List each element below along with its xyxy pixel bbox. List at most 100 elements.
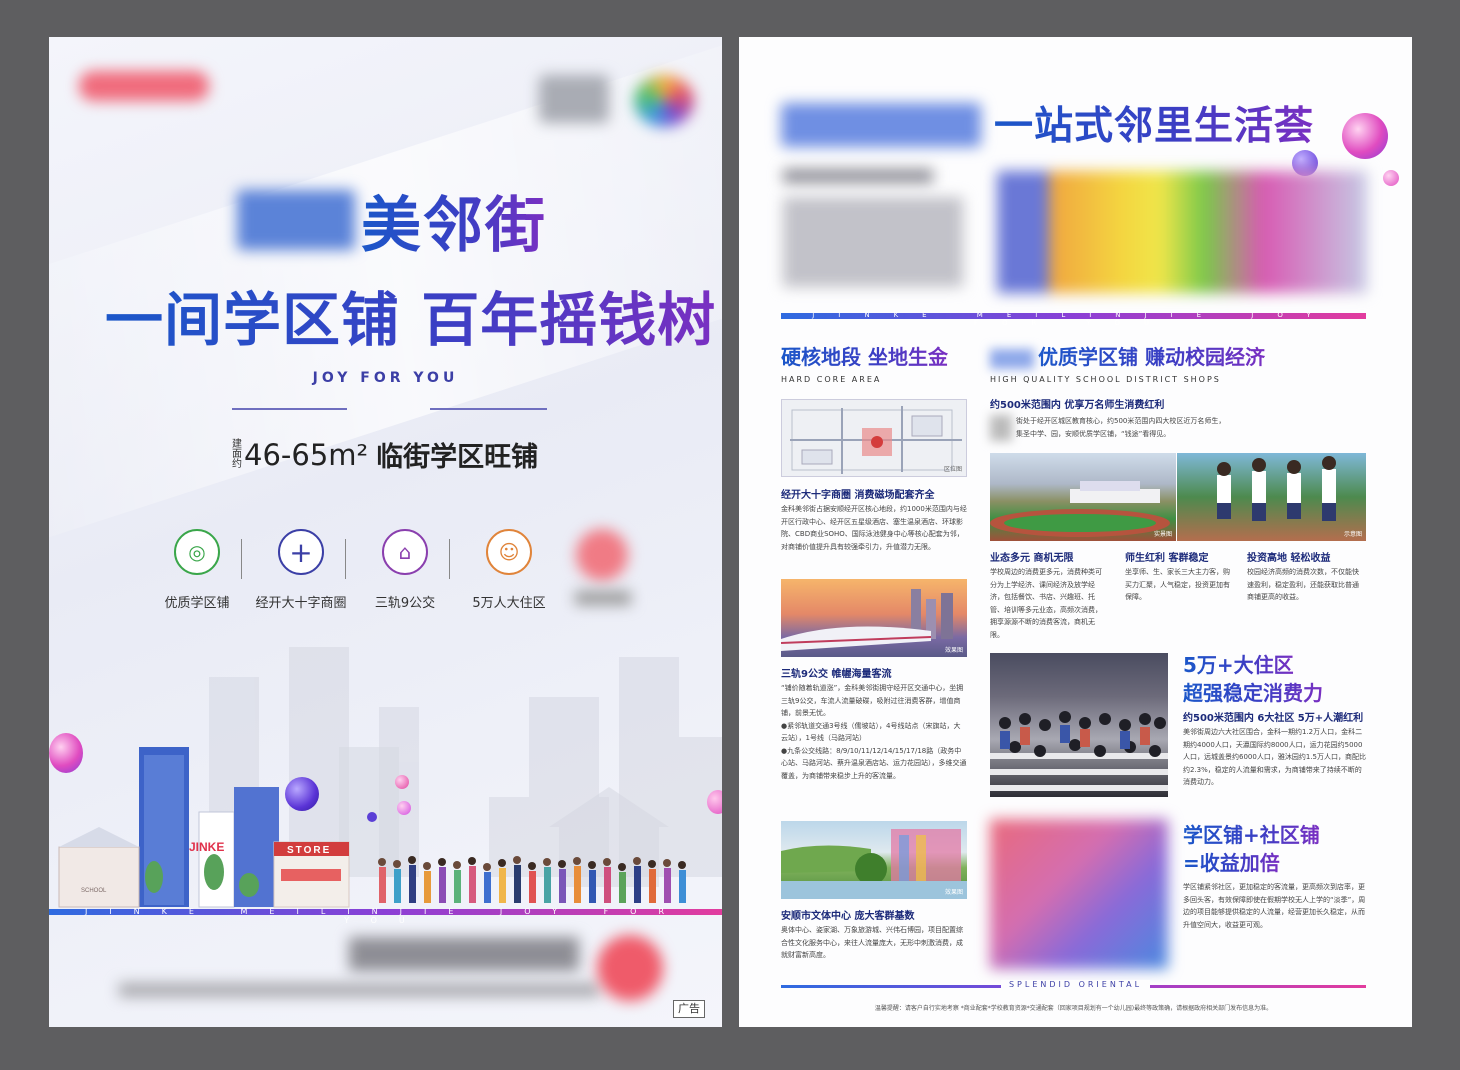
blurred-project-name bbox=[781, 103, 981, 147]
feature-label: 经开大十字商圈 bbox=[255, 596, 347, 611]
decor-ball bbox=[1383, 170, 1399, 186]
ad-tag: 广告 bbox=[673, 1000, 705, 1018]
divider-left bbox=[232, 408, 347, 410]
blurred-qr-code bbox=[597, 935, 663, 1001]
decor-ball bbox=[395, 775, 409, 789]
image-tag: 实景图 bbox=[1153, 531, 1172, 538]
disclaimer: 温馨提醒：请客户自行实地考察 *商业配套*学校教育资源*交通配套（回家项目规划有… bbox=[874, 1005, 1273, 1012]
location-map-image: 区位图 bbox=[781, 399, 967, 477]
footer-label: SPLENDID ORIENTAL bbox=[739, 980, 1412, 989]
school-shop-icon: ◎ bbox=[174, 529, 220, 575]
blurred-footer-text bbox=[119, 983, 599, 997]
image-tag: 效果图 bbox=[944, 889, 963, 896]
divider-right bbox=[430, 408, 547, 410]
decor-ball bbox=[397, 801, 411, 815]
decor-ball bbox=[1342, 113, 1388, 159]
section1-subtitle: HARD CORE AREA bbox=[781, 375, 882, 384]
section2-col3-title: 投资高地 轻松收益 bbox=[1247, 553, 1331, 564]
blurred-promo-image bbox=[990, 819, 1168, 969]
section1-caption3: 安顺市文体中心 庞大客群基数 bbox=[781, 911, 915, 922]
area-line: 建面约 46-65m² 临街学区旺铺 bbox=[232, 435, 538, 474]
section2-body: 街处于经开区城区教育核心，约500米范围内四大校区近万名师生，集圣中学、园，安顺… bbox=[990, 415, 1230, 441]
headline: 一间学区铺 百年摇钱树 bbox=[105, 273, 716, 357]
section4-title-line2: =收益加倍 bbox=[1183, 847, 1280, 876]
right-flyer-page: 一站式邻里生活荟 JINKE MEILINJIE JOY FOR YOU 硬核地… bbox=[739, 37, 1412, 1027]
section1-caption2: 三轨9公交 帷幄海量客流 bbox=[781, 669, 892, 680]
blurred-developer-logo bbox=[539, 75, 609, 123]
area-range: 46-65m² bbox=[244, 437, 369, 472]
section4-body: 学区铺紧邻社区，更加稳定的客流量，更高频次到店率，更多回头客，有效保障即使在假期… bbox=[1183, 883, 1366, 929]
feature-separator bbox=[241, 539, 242, 579]
section1-body3: 奥体中心、姿家湖、万象旅游城、兴伟石博园，项目配置综合性文化服务中心，来往人流量… bbox=[781, 926, 963, 959]
section3-title-line1: 5万+大住区 bbox=[1183, 649, 1294, 678]
feature-item: + 经开大十字商圈 bbox=[241, 529, 353, 611]
section3-title-line2: 超强稳定消费力 bbox=[1183, 677, 1323, 706]
section2-col2-body: 坐享师、生、家长三大主力客，购买力汇聚，人气稳定，投资更加有保障。 bbox=[1125, 568, 1230, 601]
image-tag: 示意图 bbox=[1343, 531, 1362, 538]
section2-title: 优质学区铺 赚动校园经济 bbox=[990, 341, 1265, 370]
project-title: 美邻街 bbox=[237, 185, 547, 261]
section2-col1-body: 学校周边的消费更多元，消费种类可分为上学经济、课间经济及放学经济，包括餐饮、书店… bbox=[990, 568, 1102, 639]
feature-label: 三轨9公交 bbox=[374, 596, 436, 611]
blurred-feature-label bbox=[575, 591, 631, 605]
metro-icon: ⌂ bbox=[382, 529, 428, 575]
feature-label: 5万人大住区 bbox=[472, 596, 546, 611]
title-suffix: 美邻街 bbox=[361, 177, 547, 264]
section1-title: 硬核地段 坐地生金 bbox=[781, 341, 948, 370]
section2-title-text: 优质学区铺 赚动校园经济 bbox=[1038, 345, 1265, 369]
decor-ball bbox=[707, 790, 722, 814]
crowd-image bbox=[990, 653, 1168, 797]
blurred-project-name bbox=[990, 415, 1012, 441]
section3-body: 美邻街周边六大社区围合，金科一期约1.2万人口，金科二期约4000人口，天瀛国际… bbox=[1183, 728, 1366, 786]
section2-col2-title: 师生红利 客群稳定 bbox=[1125, 553, 1209, 564]
store-sign: STORE bbox=[287, 845, 331, 856]
crosshair-icon: + bbox=[278, 529, 324, 575]
stripe-text: JINKE MEILINJIE JOY FOR YOU bbox=[812, 311, 1335, 327]
train-image: 效果图 bbox=[781, 579, 967, 657]
area-description: 临街学区旺铺 bbox=[376, 442, 539, 473]
feature-separator bbox=[345, 539, 346, 579]
tagline: JOY FOR YOU bbox=[312, 370, 459, 386]
blurred-logo bbox=[79, 71, 209, 101]
blurred-intro-heading bbox=[783, 169, 933, 183]
section3-lead: 约500米范围内 6大社区 5万+人潮红利 bbox=[1183, 713, 1364, 724]
blurred-intro-text bbox=[783, 197, 963, 287]
section2-subtitle: HIGH QUALITY SCHOOL DISTRICT SHOPS bbox=[990, 375, 1221, 384]
decor-ball bbox=[367, 812, 377, 822]
decor-ball bbox=[49, 733, 83, 773]
school-sign: SCHOOL bbox=[81, 888, 107, 894]
feature-item: ☺ 5万人大住区 bbox=[449, 529, 561, 611]
decor-ball bbox=[285, 777, 319, 811]
feature-item: ⌂ 三轨9公交 bbox=[345, 529, 457, 611]
blurred-project-name bbox=[237, 190, 355, 250]
blurred-feature-icon bbox=[576, 529, 628, 581]
page-title: 一站式邻里生活荟 bbox=[994, 95, 1314, 151]
section2-col3-body: 校园经济高频的消费次数，不仅能快速盈利，稳定盈利，还能获取比普通商铺更高的收益。 bbox=[1247, 568, 1359, 601]
section2-col1-title: 业态多元 商机无限 bbox=[990, 553, 1074, 564]
city-illustration: JINKE SCHOOL STORE bbox=[58, 647, 722, 908]
section2-lead: 约500米范围内 优享万名师生消费红利 bbox=[990, 400, 1165, 411]
stripe-text: JINKE MEILINJIE JOY FOR YOU bbox=[84, 907, 687, 925]
section1-body1: 金科美邻街占据安顺经开区核心地段，约1000米范围内与经开区行政中心、经开区五星… bbox=[781, 505, 967, 551]
section1-caption1: 经开大十字商圈 消费磁场配套齐全 bbox=[781, 490, 935, 501]
blurred-brand-logo bbox=[634, 75, 694, 127]
feature-label: 优质学区铺 bbox=[164, 596, 230, 611]
people-icon: ☺ bbox=[486, 529, 532, 575]
section1-body2: “铺价随着轨道涨”，金科美邻街拥守经开区交通中心，坐拥三轨9公交，车流人流量破碟… bbox=[781, 684, 967, 780]
section2-body-text: 街处于经开区城区教育核心，约500米范围内四大校区近万名师生，集圣中学、园，安顺… bbox=[1016, 417, 1226, 438]
culture-center-image: 效果图 bbox=[781, 821, 967, 899]
feature-item: ◎ 优质学区铺 bbox=[145, 529, 249, 611]
footer-label-text: SPLENDID ORIENTAL bbox=[1000, 980, 1151, 989]
stadium-image: 实景图 bbox=[990, 453, 1176, 541]
image-tag: 效果图 bbox=[944, 647, 963, 654]
building-sign: JINKE bbox=[189, 840, 224, 854]
image-tag: 区位图 bbox=[943, 466, 962, 473]
left-flyer-page: 美邻街 一间学区铺 百年摇钱树 JOY FOR YOU 建面约 46-65m² … bbox=[49, 37, 722, 1027]
feature-icons: ◎ 优质学区铺 + 经开大十字商圈 ⌂ 三轨9公交 ☺ 5万人大住区 bbox=[145, 529, 561, 611]
blurred-floor-plan bbox=[997, 171, 1367, 293]
area-prefix: 建面约 bbox=[232, 438, 242, 470]
blurred-project-name bbox=[990, 348, 1034, 369]
students-image: 示意图 bbox=[1177, 453, 1366, 541]
section4-title-line1: 学区铺+社区铺 bbox=[1183, 819, 1320, 848]
feature-separator bbox=[449, 539, 450, 579]
